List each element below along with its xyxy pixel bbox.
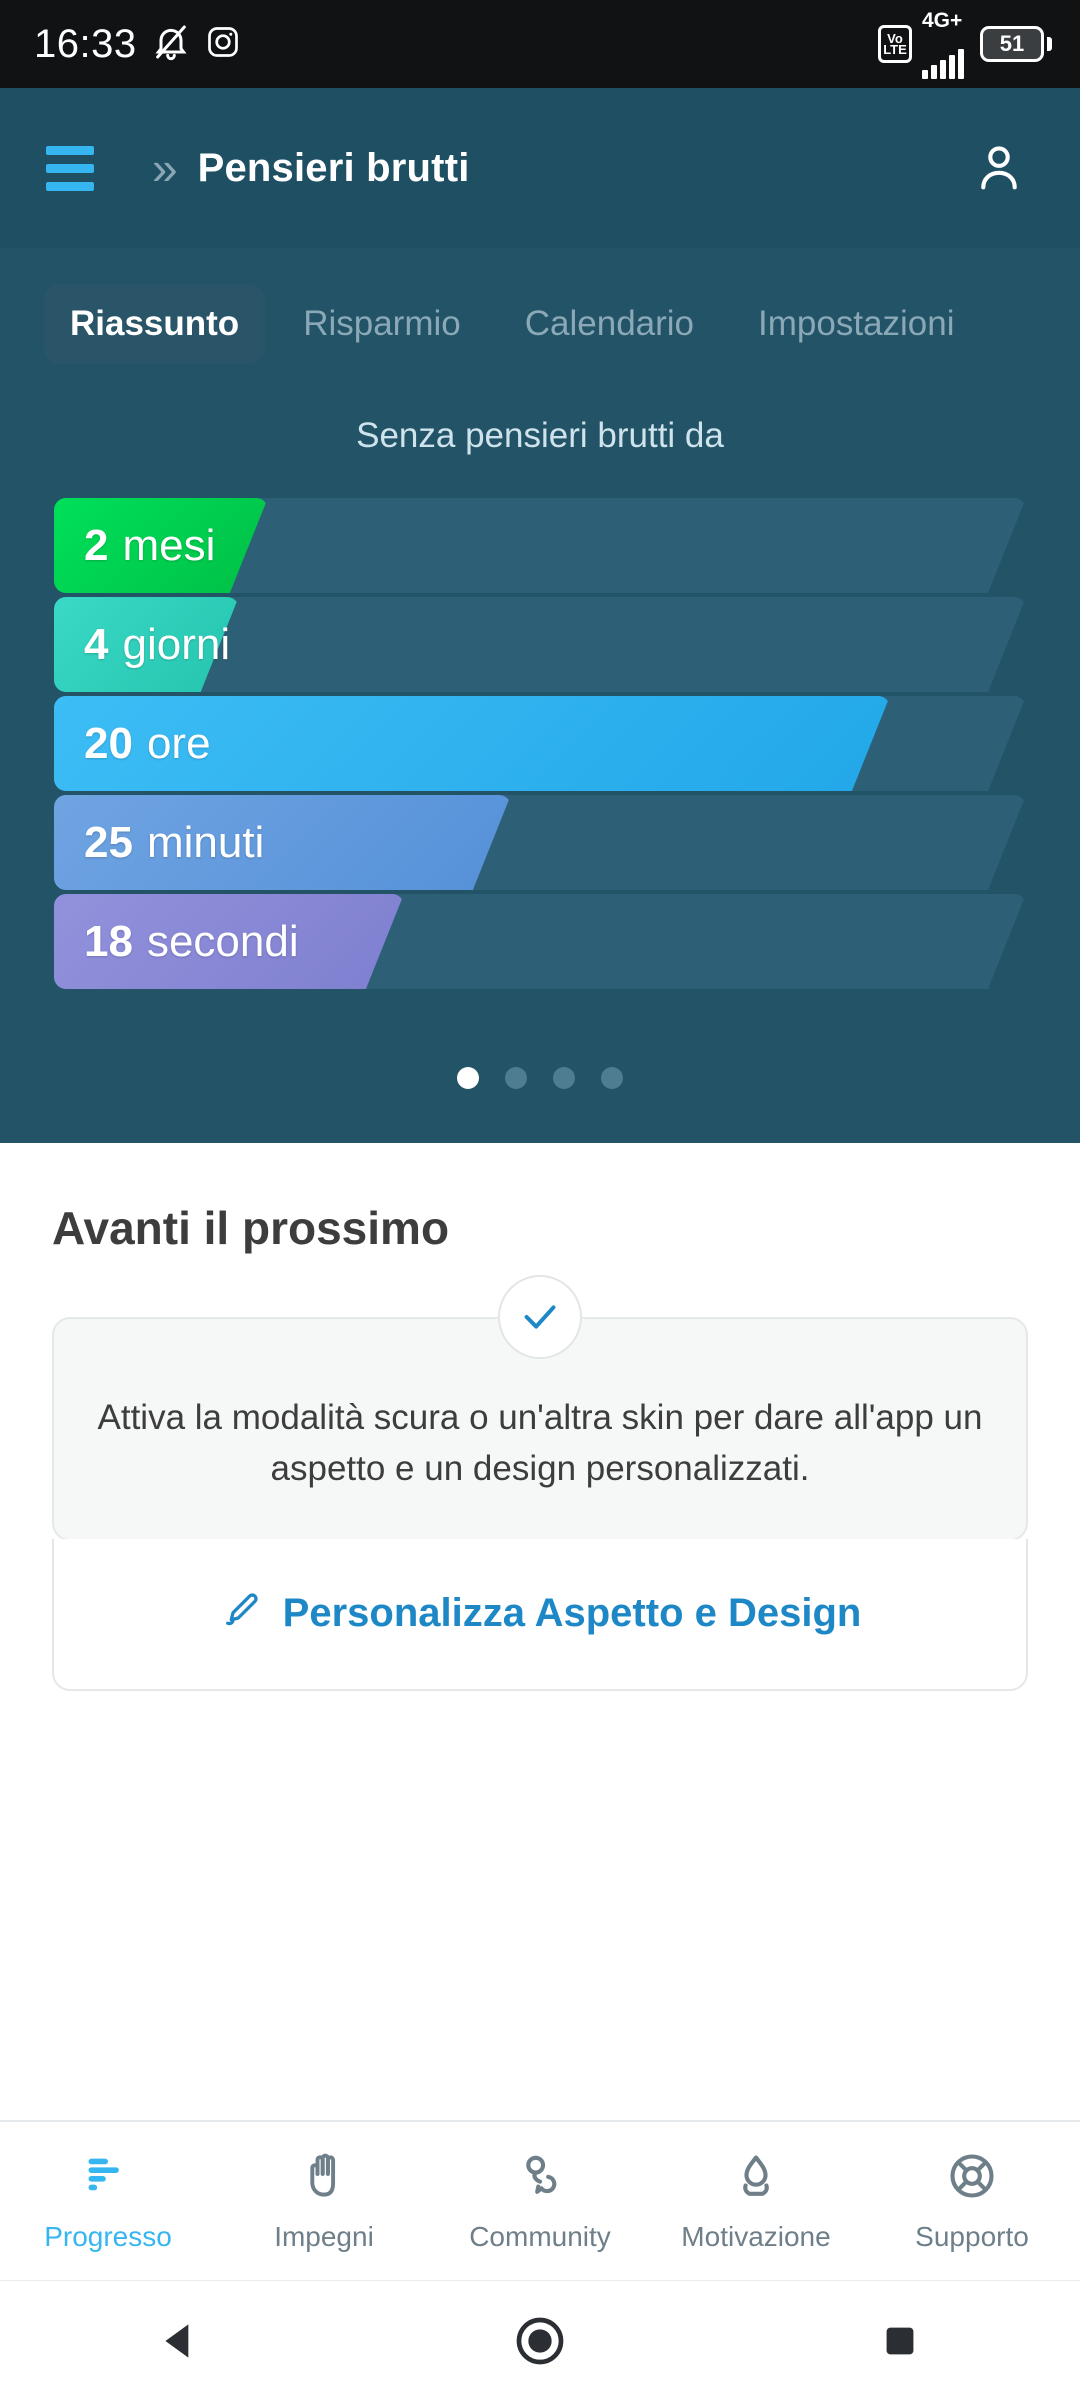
chevron-double-right-icon: » <box>152 142 178 194</box>
time-bar-unit: ore <box>146 718 211 768</box>
time-bar-row[interactable]: 2 mesi <box>54 498 1026 593</box>
flame-icon <box>730 2150 782 2207</box>
time-bar-unit: secondi <box>146 916 299 966</box>
bottom-navigation: Progresso Impegni Community Motivazione … <box>0 2120 1080 2280</box>
tab-impostazioni[interactable]: Impostazioni <box>732 284 980 364</box>
person-icon[interactable] <box>964 133 1034 203</box>
battery-level-label: 51 <box>980 26 1044 62</box>
tab-risparmio[interactable]: Risparmio <box>277 284 487 364</box>
pager-dot-2[interactable] <box>505 1067 527 1089</box>
tab-bar: Riassunto Risparmio Calendario Impostazi… <box>0 248 1080 364</box>
time-bar-value: 18 <box>84 916 133 966</box>
section-title: Avanti il prossimo <box>52 1202 450 1254</box>
volte-icon: Vo LTE <box>878 25 912 63</box>
time-bar-unit: mesi <box>122 520 216 570</box>
bell-muted-icon <box>151 22 191 67</box>
instagram-icon <box>205 24 241 65</box>
next-up-section: Avanti il prossimo Attiva la modalità sc… <box>0 1143 1080 2120</box>
recents-square-icon[interactable] <box>840 2318 960 2364</box>
summary-panel: » Pensieri brutti Riassunto Risparmio Ca… <box>0 88 1080 1143</box>
app-bar: » Pensieri brutti <box>0 88 1080 248</box>
status-bar-right: Vo LTE 4G+ 51 <box>878 9 1052 79</box>
android-navigation-bar <box>0 2280 1080 2400</box>
signal-bars-icon <box>922 49 964 79</box>
nav-item-progresso[interactable]: Progresso <box>0 2150 216 2253</box>
time-bar-label: 2 mesi <box>84 498 215 593</box>
time-bar-row[interactable]: 18 secondi <box>54 894 1026 989</box>
time-bar-value: 2 <box>84 520 109 570</box>
pager-dot-3[interactable] <box>553 1067 575 1089</box>
summary-subtitle: Senza pensieri brutti da <box>356 416 724 455</box>
back-triangle-icon[interactable] <box>120 2316 240 2366</box>
nav-item-motivazione[interactable]: Motivazione <box>648 2150 864 2253</box>
nav-item-supporto[interactable]: Supporto <box>864 2150 1080 2253</box>
volte-line2: LTE <box>883 42 907 57</box>
status-bar-left: 16:33 <box>34 22 241 67</box>
nav-label-impegni: Impegni <box>274 2220 374 2252</box>
people-chat-icon <box>514 2150 566 2207</box>
page-title: Pensieri brutti <box>197 145 470 190</box>
time-bar-value: 20 <box>84 718 133 768</box>
time-bar-label: 20 ore <box>84 696 211 791</box>
time-bar-row[interactable]: 4 giorni <box>54 597 1026 692</box>
time-bar-value: 25 <box>84 817 133 867</box>
time-bar-label: 18 secondi <box>84 894 299 989</box>
pager-dots <box>0 1067 1080 1143</box>
hand-icon <box>298 2150 350 2207</box>
life-ring-icon <box>946 2150 998 2207</box>
brush-icon <box>219 1590 261 1637</box>
customize-appearance-button[interactable]: Personalizza Aspetto e Design <box>52 1538 1028 1691</box>
time-bars-list: 2 mesi 4 giorni 20 ore 25 minuti 18 seco… <box>54 498 1026 989</box>
status-time: 16:33 <box>34 21 137 66</box>
battery-indicator: 51 <box>980 26 1052 62</box>
tab-riassunto[interactable]: Riassunto <box>44 284 266 364</box>
pager-dot-1[interactable] <box>457 1067 479 1089</box>
time-bar-label: 25 minuti <box>84 795 264 890</box>
tip-card: Attiva la modalità scura o un'altra skin… <box>52 1275 1028 1691</box>
tab-calendario[interactable]: Calendario <box>499 284 720 364</box>
bar-chart-icon <box>82 2150 134 2207</box>
hamburger-icon[interactable] <box>46 145 94 191</box>
pager-dot-4[interactable] <box>601 1067 623 1089</box>
nav-item-community[interactable]: Community <box>432 2150 648 2253</box>
status-bar: 16:33 Vo LTE 4G+ 51 <box>0 0 1080 88</box>
time-bar-label: 4 giorni <box>84 597 230 692</box>
time-bar-unit: giorni <box>122 619 231 669</box>
nav-label-progresso: Progresso <box>44 2220 172 2252</box>
nav-label-community: Community <box>469 2220 611 2252</box>
time-bar-value: 4 <box>84 619 109 669</box>
nav-label-motivazione: Motivazione <box>681 2220 831 2252</box>
time-bar-row[interactable]: 20 ore <box>54 696 1026 791</box>
nav-item-impegni[interactable]: Impegni <box>216 2150 432 2253</box>
battery-tip-icon <box>1047 37 1052 51</box>
customize-appearance-label: Personalizza Aspetto e Design <box>282 1591 862 1635</box>
time-bar-row[interactable]: 25 minuti <box>54 795 1026 890</box>
nav-label-supporto: Supporto <box>915 2220 1029 2252</box>
signal-indicator: 4G+ <box>922 9 964 79</box>
network-type-label: 4G+ <box>922 9 963 32</box>
check-icon <box>498 1275 582 1359</box>
phone-screen: 16:33 Vo LTE 4G+ 51 » Pensieri brutti Ri… <box>0 0 1080 2400</box>
home-circle-icon[interactable] <box>480 2313 600 2369</box>
time-bar-unit: minuti <box>146 817 265 867</box>
